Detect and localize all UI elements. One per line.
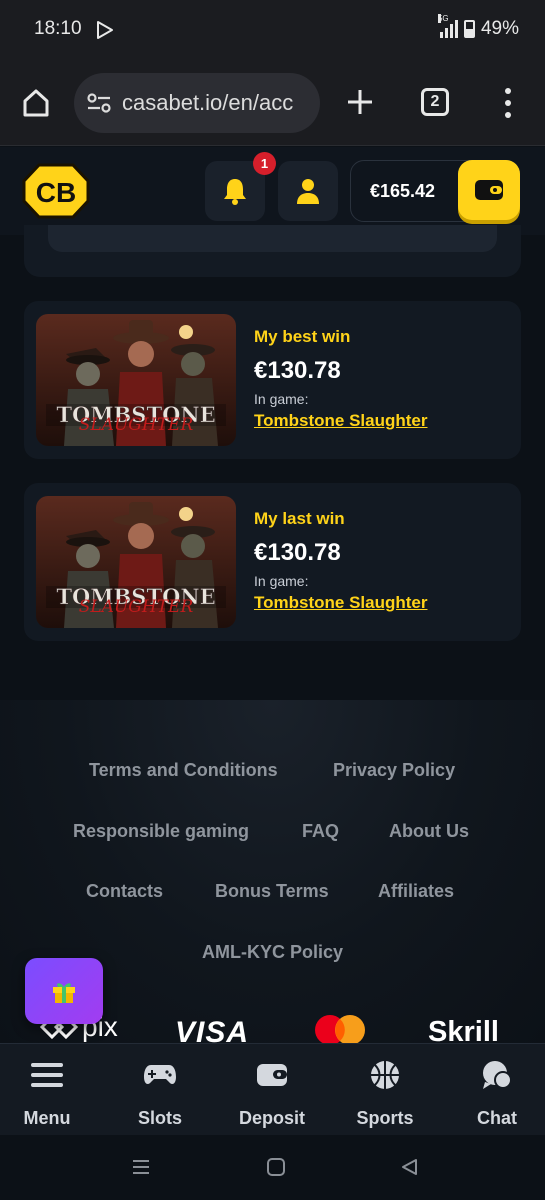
url-bar[interactable]: casabet.io/en/acc [74, 73, 320, 133]
previous-card [24, 225, 521, 277]
bottom-navigation: Menu Slots Deposit Sports Chat [0, 1043, 545, 1135]
system-navigation [0, 1135, 545, 1200]
nav-menu[interactable]: Menu [0, 1058, 97, 1129]
win-label: My best win [254, 327, 351, 346]
nav-label: Deposit [238, 1108, 305, 1128]
nav-label: Chat [477, 1108, 517, 1128]
footer-link-responsible-gaming[interactable]: Responsible gaming [73, 821, 249, 842]
nav-chat[interactable]: Chat [447, 1058, 545, 1129]
recent-apps-icon[interactable] [131, 1157, 151, 1177]
game-link[interactable]: Tombstone Slaughter [254, 411, 427, 431]
nav-label: Sports [356, 1108, 414, 1128]
gift-icon [53, 983, 75, 1003]
menu-icon [31, 1063, 63, 1087]
win-label: My last win [254, 509, 345, 528]
logo-text: CB [36, 177, 76, 208]
chat-icon [483, 1061, 512, 1089]
url-text: casabet.io/en/acc [122, 90, 294, 115]
notification-badge: 1 [253, 152, 276, 175]
svg-text:SLAUGHTER: SLAUGHTER [79, 415, 194, 435]
wallet-icon [475, 180, 503, 200]
nav-deposit[interactable]: Deposit [222, 1058, 322, 1129]
site-header: CB 1 €165.42 [0, 147, 545, 235]
bell-icon [224, 179, 246, 205]
nav-label: Slots [137, 1108, 182, 1128]
in-game-label: In game: [254, 391, 309, 407]
status-bar: 18:10 5G 49% [0, 0, 545, 60]
battery-icon [463, 20, 475, 38]
basketball-icon [371, 1061, 399, 1089]
best-win-card: TOMBSTONE SLAUGHTER My best win €130.78 … [24, 301, 521, 459]
footer-link-affiliates[interactable]: Affiliates [378, 881, 454, 902]
play-store-icon [97, 21, 113, 39]
browser-toolbar: casabet.io/en/acc 2 [0, 60, 545, 146]
new-tab-icon[interactable] [346, 88, 374, 116]
battery-percent: 49% [480, 18, 519, 39]
casabet-logo[interactable]: CB [22, 163, 90, 219]
win-amount: €130.78 [254, 539, 341, 566]
footer-link-privacy[interactable]: Privacy Policy [333, 760, 455, 781]
win-amount: €130.78 [254, 357, 341, 384]
user-icon [297, 179, 319, 204]
footer-link-terms[interactable]: Terms and Conditions [89, 760, 278, 781]
signal-icon: 5G [437, 14, 458, 38]
back-icon[interactable] [399, 1157, 419, 1177]
footer-link-bonus-terms[interactable]: Bonus Terms [215, 881, 329, 902]
site-settings-icon[interactable] [86, 92, 112, 114]
gamepad-icon [144, 1065, 176, 1085]
more-options-icon[interactable] [504, 88, 512, 118]
wallet-icon [257, 1064, 287, 1086]
visa-logo: VISA [175, 1016, 250, 1044]
nav-label: Menu [23, 1108, 71, 1128]
game-thumbnail[interactable]: TOMBSTONE SLAUGHTER [36, 314, 236, 446]
game-thumbnail[interactable]: TOMBSTONE SLAUGHTER [36, 496, 236, 628]
footer-link-contacts[interactable]: Contacts [86, 881, 163, 902]
tombstone-slaughter-artwork: TOMBSTONE SLAUGHTER [36, 496, 236, 628]
network-type: 5G [437, 14, 449, 23]
nav-sports[interactable]: Sports [335, 1058, 435, 1129]
footer-link-about[interactable]: About Us [389, 821, 469, 842]
profile-button[interactable] [278, 161, 338, 221]
home-icon[interactable] [22, 88, 50, 118]
mastercard-logo [315, 1015, 365, 1044]
nav-slots[interactable]: Slots [110, 1058, 210, 1129]
wallet-button[interactable] [458, 160, 520, 220]
tab-switcher-button[interactable]: 2 [421, 88, 449, 116]
footer-link-faq[interactable]: FAQ [302, 821, 339, 842]
tombstone-slaughter-artwork: TOMBSTONE SLAUGHTER [36, 314, 236, 446]
game-link[interactable]: Tombstone Slaughter [254, 593, 427, 613]
gift-button[interactable] [25, 958, 103, 1024]
home-button-icon[interactable] [266, 1157, 286, 1177]
footer-link-aml-kyc[interactable]: AML-KYC Policy [202, 942, 343, 963]
last-win-card: TOMBSTONE SLAUGHTER My last win €130.78 … [24, 483, 521, 641]
svg-text:SLAUGHTER: SLAUGHTER [79, 597, 194, 617]
skrill-logo: Skrill [428, 1016, 499, 1044]
balance-amount: €165.42 [370, 181, 436, 201]
status-time: 18:10 [34, 18, 82, 39]
in-game-label: In game: [254, 573, 309, 589]
